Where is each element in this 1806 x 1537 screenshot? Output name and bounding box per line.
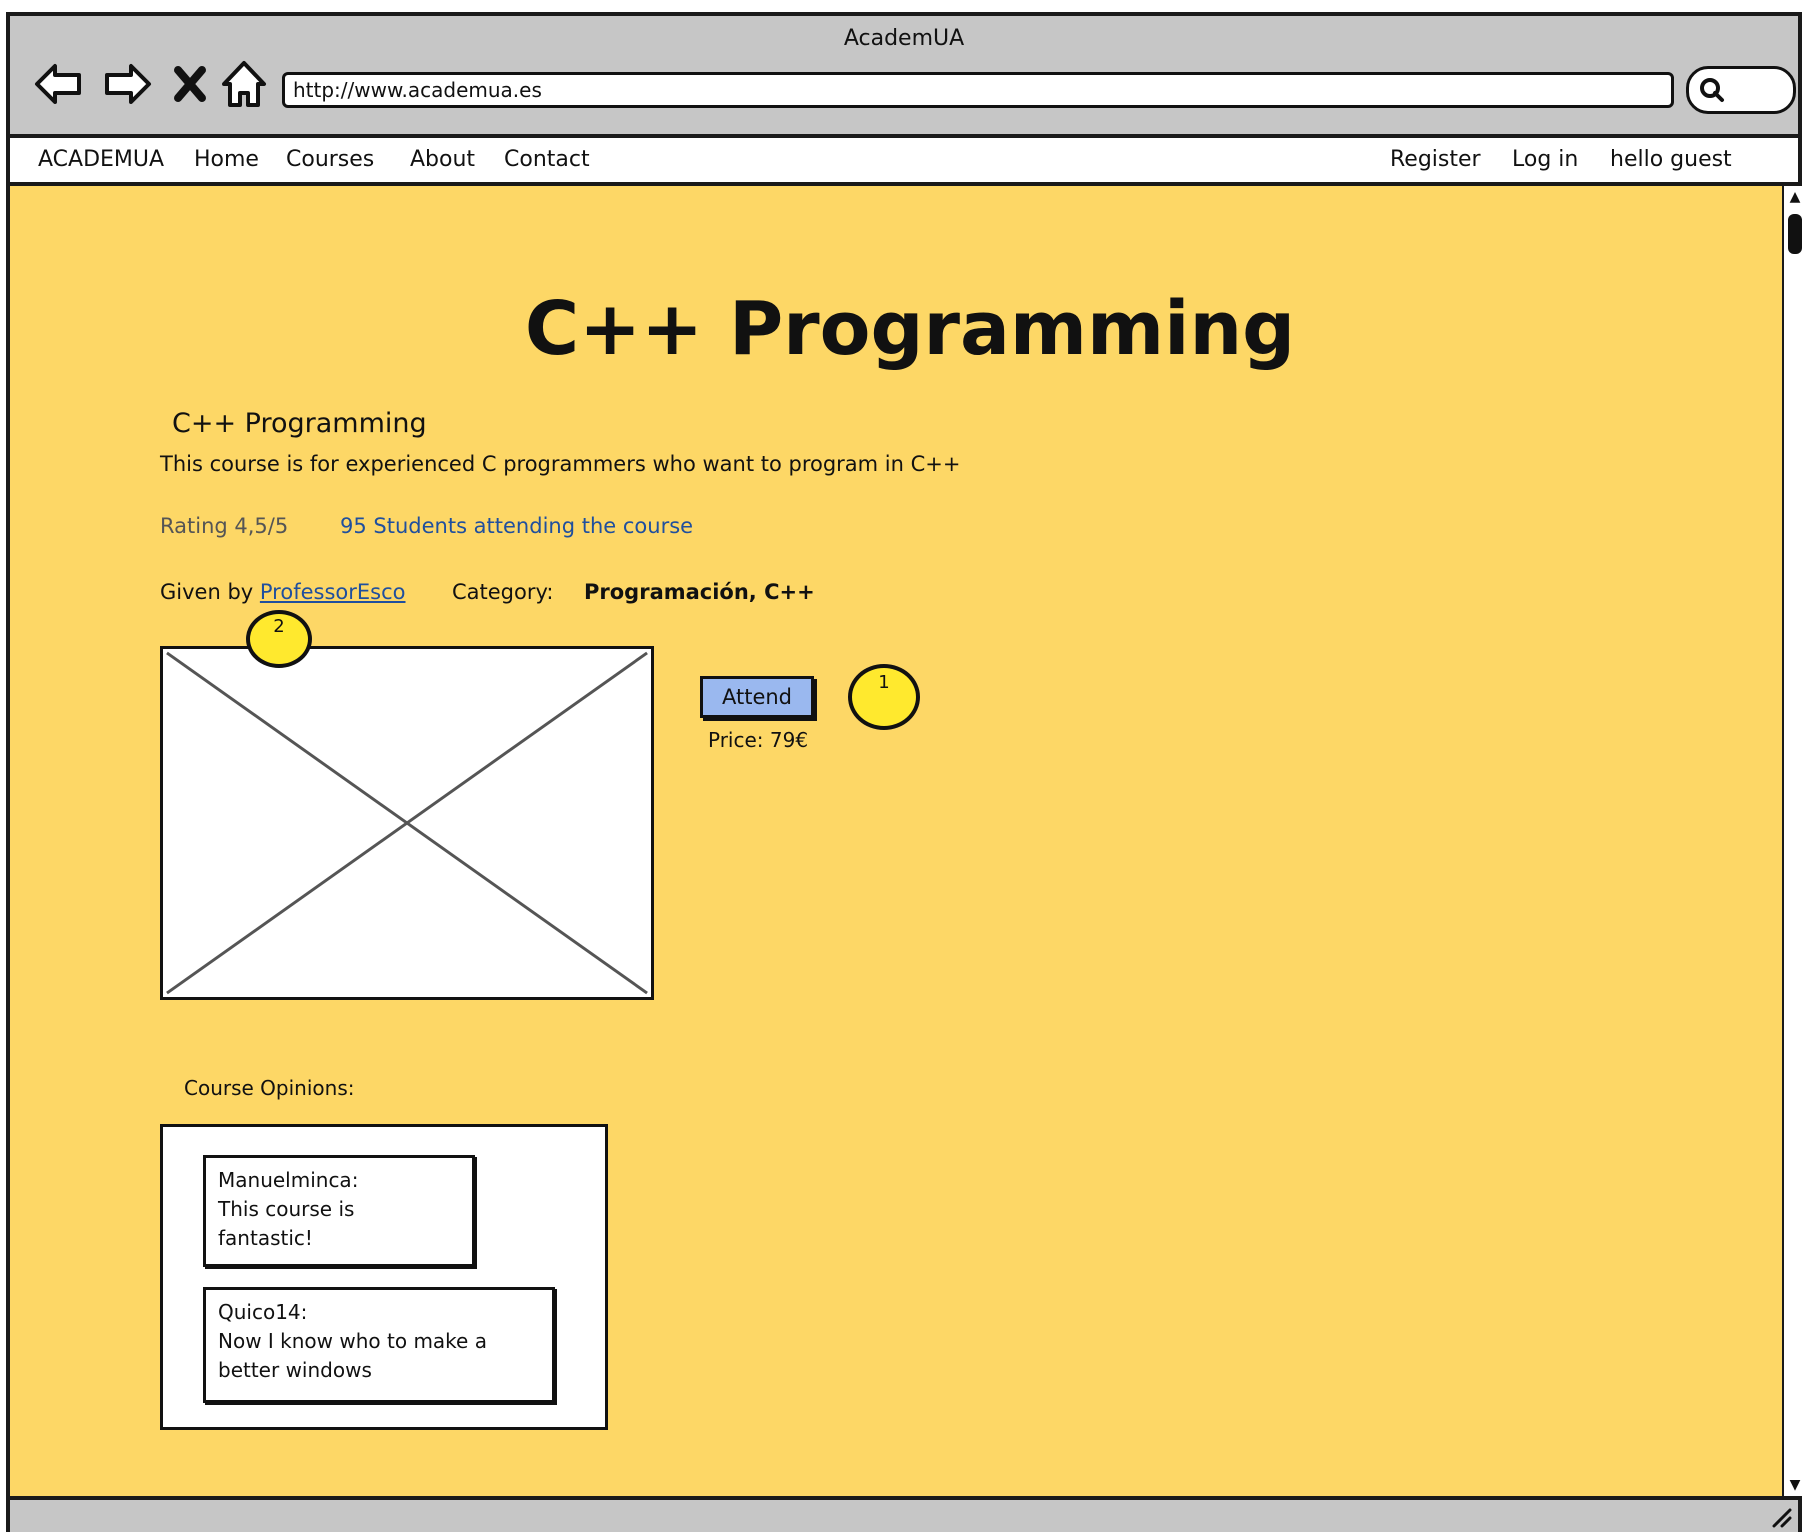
browser-titlebar: AcademUA http://www.academua.es [10,16,1798,136]
course-image-placeholder [160,646,654,1000]
site-menu-bar: ACADEMUA Home Courses About Contact Regi… [10,134,1798,186]
course-rating: Rating 4,5/5 [160,514,289,538]
opinion-text-line: Now I know who to make a [218,1329,487,1353]
course-subtitle: C++ Programming [172,408,427,439]
page-title: C++ Programming [524,286,1296,372]
attend-button[interactable]: Attend [700,676,814,718]
browser-status-bar [10,1496,1798,1532]
course-description: This course is for experienced C program… [160,452,961,476]
given-by: Given by ProfessorEsco [160,580,406,604]
resize-grip-icon[interactable] [1768,1504,1792,1528]
nav-courses[interactable]: Courses [286,138,374,182]
scroll-up-icon[interactable]: ▲ [1786,188,1804,206]
opinion-card: Manuelminca: This course is fantastic! [203,1155,475,1267]
annotation-marker-2: 2 [246,610,312,668]
opinion-text-line: better windows [218,1358,372,1382]
forward-arrow-icon[interactable] [98,56,154,112]
course-price: Price: 79€ [708,728,809,752]
browser-search-box[interactable] [1686,66,1796,114]
opinions-panel: Manuelminca: This course is fantastic! Q… [160,1124,608,1430]
window-title: AcademUA [843,26,965,51]
opinion-text-line: fantastic! [218,1226,313,1250]
page-content: C++ Programming C++ Programming This cou… [10,186,1782,1496]
url-bar[interactable]: http://www.academua.es [282,72,1674,108]
back-arrow-icon[interactable] [32,56,88,112]
annotation-marker-1: 1 [848,664,920,730]
scroll-thumb[interactable] [1788,214,1802,254]
scroll-down-icon[interactable]: ▼ [1786,1476,1804,1494]
brand-link[interactable]: ACADEMUA [38,138,164,182]
professor-link[interactable]: ProfessorEsco [260,580,406,604]
search-icon [1700,78,1724,102]
opinion-text-line: This course is [218,1197,355,1221]
close-icon[interactable] [162,56,218,112]
students-link[interactable]: 95 Students attending the course [340,514,693,538]
vertical-scrollbar[interactable]: ▲ ▼ [1782,186,1806,1496]
nav-home[interactable]: Home [194,138,259,182]
home-icon[interactable] [216,56,272,112]
opinion-author: Quico14: [218,1300,308,1324]
opinions-label: Course Opinions: [184,1076,355,1100]
browser-window: AcademUA http://www.academua.es ACADEMUA… [6,12,1806,1532]
opinion-card: Quico14: Now I know who to make a better… [203,1287,555,1403]
opinion-author: Manuelminca: [218,1168,359,1192]
category-label: Category: [452,580,554,604]
nav-about[interactable]: About [410,138,475,182]
login-link[interactable]: Log in [1512,138,1578,182]
given-by-label: Given by [160,580,254,604]
nav-contact[interactable]: Contact [504,138,590,182]
category-value: Programación, C++ [584,580,815,604]
register-link[interactable]: Register [1390,138,1481,182]
greeting-text: hello guest [1610,147,1732,172]
